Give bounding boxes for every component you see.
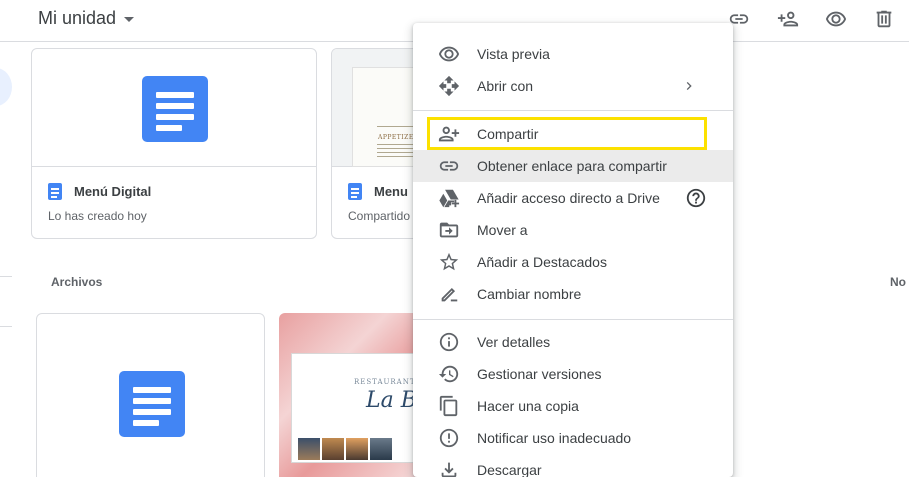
preview-script-text: La Ba bbox=[366, 388, 419, 413]
file-card-menu-digital[interactable]: Menú Digital Lo has creado hoy bbox=[31, 48, 317, 239]
context-menu: Vista previa Abrir con Compartir Obtener… bbox=[413, 23, 733, 477]
menu-item-label: Compartir bbox=[477, 126, 539, 142]
preview-photo bbox=[298, 438, 320, 460]
move-icon bbox=[437, 74, 461, 98]
history-icon bbox=[437, 362, 461, 386]
link-icon bbox=[437, 154, 461, 178]
docs-small-icon bbox=[348, 183, 362, 200]
menu-divider bbox=[413, 110, 733, 111]
eye-icon[interactable] bbox=[824, 7, 848, 31]
folder-move-icon bbox=[437, 218, 461, 242]
copy-icon bbox=[437, 394, 461, 418]
eye-icon bbox=[437, 42, 461, 66]
info-icon bbox=[437, 330, 461, 354]
menu-item-label: Descargar bbox=[477, 462, 542, 477]
file-name-row: Menú Digital bbox=[48, 183, 151, 200]
file-subtitle: Compartido bbox=[348, 209, 411, 223]
menu-item-label: Añadir a Destacados bbox=[477, 254, 607, 270]
download-icon bbox=[437, 458, 461, 477]
menu-item-gestionar-versiones[interactable]: Gestionar versiones bbox=[413, 358, 733, 390]
google-docs-icon bbox=[142, 76, 208, 142]
file-name-row: Menu bbox=[348, 183, 408, 200]
menu-item-compartir[interactable]: Compartir bbox=[413, 118, 733, 150]
sidebar-selected-indicator bbox=[0, 68, 12, 106]
drive-shortcut-icon bbox=[437, 186, 461, 210]
chevron-right-icon bbox=[681, 78, 697, 94]
menu-item-label: Mover a bbox=[477, 222, 528, 238]
report-icon bbox=[437, 426, 461, 450]
menu-item-ver-detalles[interactable]: Ver detalles bbox=[413, 326, 733, 358]
menu-item-abrir-con[interactable]: Abrir con bbox=[413, 70, 733, 102]
person-add-icon bbox=[437, 122, 461, 146]
sidebar-divider bbox=[0, 276, 12, 277]
menu-item-label: Hacer una copia bbox=[477, 398, 579, 414]
preview-photo bbox=[370, 438, 392, 460]
menu-item-label: Gestionar versiones bbox=[477, 366, 602, 382]
menu-item-mover-a[interactable]: Mover a bbox=[413, 214, 733, 246]
menu-item-cambiar-nombre[interactable]: Cambiar nombre bbox=[413, 278, 733, 310]
pencil-icon bbox=[437, 282, 461, 306]
file-card-image[interactable]: RESTAURANTE La Ba bbox=[279, 313, 419, 477]
google-docs-icon bbox=[119, 371, 185, 437]
drive-location-dropdown[interactable]: Mi unidad bbox=[38, 8, 135, 29]
menu-item-label: Añadir acceso directo a Drive bbox=[477, 190, 660, 206]
menu-item-label: Abrir con bbox=[477, 78, 534, 94]
menu-item-vista-previa[interactable]: Vista previa bbox=[413, 38, 733, 70]
file-card-doc[interactable] bbox=[36, 313, 265, 477]
preview-photo bbox=[346, 438, 368, 460]
preview-brand-text: RESTAURANTE bbox=[354, 378, 419, 386]
menu-item-acceso-directo[interactable]: Añadir acceso directo a Drive bbox=[413, 182, 733, 214]
star-outline-icon bbox=[437, 250, 461, 274]
sort-label[interactable]: No bbox=[890, 275, 906, 289]
help-circle-icon[interactable] bbox=[685, 187, 707, 209]
menu-item-obtener-enlace[interactable]: Obtener enlace para compartir bbox=[413, 150, 733, 182]
menu-item-label: Obtener enlace para compartir bbox=[477, 158, 667, 174]
file-name: Menú Digital bbox=[74, 184, 152, 199]
menu-item-label: Ver detalles bbox=[477, 334, 551, 350]
preview-photo bbox=[322, 438, 344, 460]
page-title: Mi unidad bbox=[38, 8, 117, 28]
menu-item-hacer-copia[interactable]: Hacer una copia bbox=[413, 390, 733, 422]
docs-small-icon bbox=[48, 183, 62, 200]
menu-divider bbox=[413, 319, 733, 320]
menu-item-label: Notificar uso inadecuado bbox=[477, 430, 632, 446]
file-subtitle: Lo has creado hoy bbox=[48, 209, 147, 223]
file-thumbnail bbox=[32, 49, 316, 167]
sidebar-divider bbox=[0, 326, 12, 327]
person-add-icon[interactable] bbox=[776, 7, 800, 31]
section-title-archivos: Archivos bbox=[51, 275, 103, 289]
menu-item-notificar[interactable]: Notificar uso inadecuado bbox=[413, 422, 733, 454]
menu-item-label: Cambiar nombre bbox=[477, 286, 582, 302]
menu-item-label: Vista previa bbox=[477, 46, 550, 62]
menu-item-descargar[interactable]: Descargar bbox=[413, 454, 733, 477]
image-preview: RESTAURANTE La Ba bbox=[291, 353, 419, 463]
caret-down-icon bbox=[124, 17, 135, 22]
menu-item-destacados[interactable]: Añadir a Destacados bbox=[413, 246, 733, 278]
trash-icon[interactable] bbox=[872, 7, 896, 31]
file-name: Menu bbox=[374, 184, 408, 199]
